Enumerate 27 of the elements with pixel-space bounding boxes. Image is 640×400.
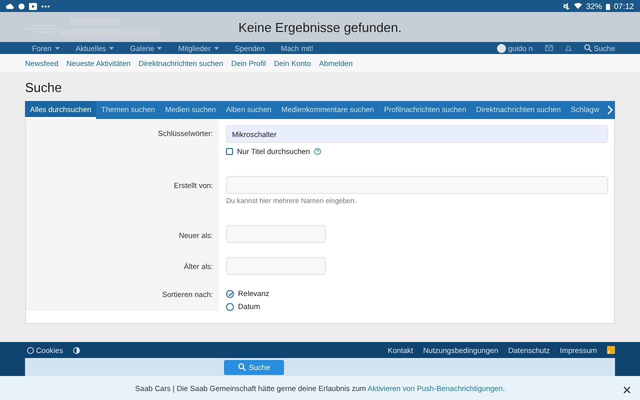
check-icon [228,292,232,296]
battery-icon [606,2,610,10]
older-than-field[interactable] [226,257,326,275]
caret-icon [157,46,162,50]
avatar-icon [497,44,506,52]
bell-icon[interactable] [564,44,572,52]
contrast-icon[interactable] [73,346,80,354]
clock-time: 07:12 [614,2,634,10]
caret-icon [214,46,219,50]
cloud-icon [6,3,14,9]
cookie-icon [27,346,34,354]
search-icon [584,44,592,52]
battery-percent: 32% [586,2,602,10]
author-field[interactable] [226,176,608,194]
search-icon [238,363,246,371]
page-title: Suche [25,80,63,95]
more-icon [41,4,50,8]
mail-icon[interactable] [544,45,553,51]
newer-than-field[interactable] [226,225,326,243]
help-icon[interactable] [314,148,321,155]
video-icon [29,2,37,10]
mute-icon [562,2,570,10]
rss-icon[interactable] [607,346,615,354]
caret-icon [54,46,60,50]
wifi-icon [574,3,582,9]
caret-icon [109,46,114,50]
toast-message: Keine Ergebnisse gefunden. [0,12,640,42]
